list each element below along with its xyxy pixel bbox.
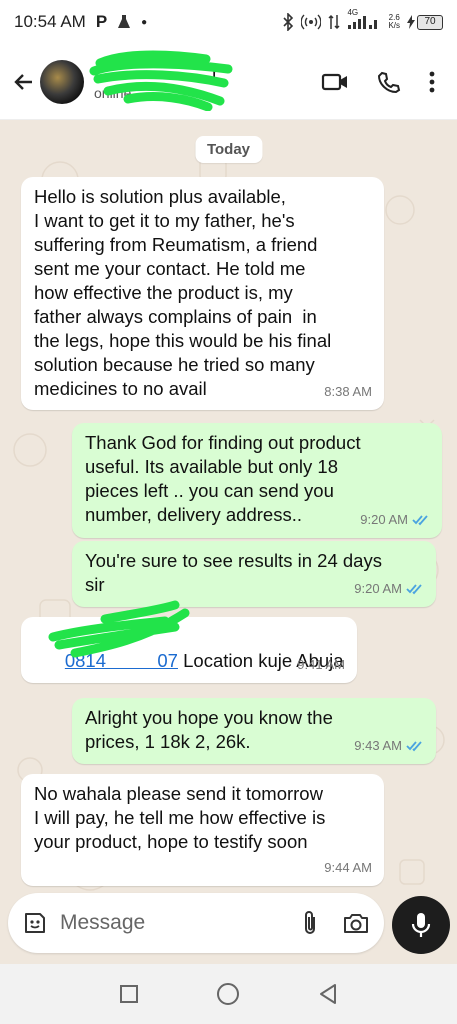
message-outgoing[interactable]: Alright you hope you know the prices, 1 …	[72, 698, 436, 764]
more-vertical-icon[interactable]	[429, 70, 435, 94]
phone-icon[interactable]	[377, 70, 401, 94]
camera-icon[interactable]	[342, 911, 370, 935]
message-time: 9:44 AM	[324, 860, 372, 875]
contact-info[interactable]: r online	[89, 50, 233, 111]
home-icon[interactable]	[216, 982, 240, 1006]
message-incoming[interactable]: No wahala please send it tomorrow I will…	[21, 774, 384, 886]
chat-header: r online	[0, 44, 457, 120]
chat-area[interactable]: Today Hello is solution plus available, …	[0, 120, 457, 964]
bluetooth-icon	[283, 13, 294, 31]
contact-avatar[interactable]	[40, 59, 84, 104]
message-meta: 9:20 AM	[354, 577, 424, 601]
message-input[interactable]: Message	[60, 911, 300, 935]
date-chip: Today	[194, 136, 263, 163]
sticker-icon[interactable]	[22, 910, 48, 936]
message-meta: 9:41 AM	[297, 653, 345, 677]
net-speed: 2.6 K/s	[388, 13, 400, 30]
system-nav-bar	[0, 964, 457, 1024]
video-call-icon[interactable]	[321, 71, 349, 93]
hotspot-icon	[301, 14, 322, 30]
double-check-icon	[412, 515, 428, 526]
redaction-scribble	[89, 50, 233, 111]
parking-icon: P	[95, 12, 108, 31]
microphone-icon	[411, 913, 431, 937]
message-time: 9:43 AM	[354, 738, 402, 753]
mic-button[interactable]	[392, 896, 450, 954]
message-outgoing[interactable]: Thank God for finding out product useful…	[72, 423, 442, 538]
data-transfer-icon	[328, 14, 340, 30]
message-text: No wahala please send it tomorrow I will…	[34, 783, 326, 852]
message-meta: 9:44 AM	[324, 856, 372, 880]
status-bar: 10:54 AM P ● 4G 2.6 K/s 70	[0, 0, 457, 44]
message-composer[interactable]: Message	[8, 893, 384, 953]
message-time: 9:20 AM	[360, 512, 408, 527]
arrow-left-icon	[14, 73, 32, 90]
recents-icon[interactable]	[119, 984, 139, 1004]
network-type: 4G	[347, 8, 359, 17]
dot-icon: ●	[141, 16, 148, 28]
double-check-icon	[406, 584, 422, 595]
message-meta: 9:43 AM	[354, 734, 424, 758]
message-outgoing[interactable]: You're sure to see results in 24 days si…	[72, 541, 436, 607]
charging-icon	[407, 15, 415, 29]
status-time: 10:54 AM	[14, 12, 86, 31]
back-nav-icon[interactable]	[318, 983, 338, 1005]
message-time: 9:20 AM	[354, 581, 402, 596]
redaction-scribble	[48, 600, 190, 658]
message-incoming[interactable]: Hello is solution plus available, I want…	[21, 177, 384, 410]
paperclip-icon[interactable]	[300, 909, 320, 937]
message-text: Hello is solution plus available, I want…	[34, 186, 332, 399]
battery-level: 70	[417, 14, 443, 30]
message-incoming[interactable]: 0814 07 Location kuje Abuja 9:41 AM	[21, 600, 357, 683]
double-check-icon	[406, 741, 422, 752]
message-time: 9:41 AM	[297, 657, 345, 672]
flask-icon	[118, 15, 131, 28]
message-meta: 9:20 AM	[360, 508, 430, 532]
message-meta: 8:38 AM	[324, 380, 372, 404]
message-time: 8:38 AM	[324, 384, 372, 399]
